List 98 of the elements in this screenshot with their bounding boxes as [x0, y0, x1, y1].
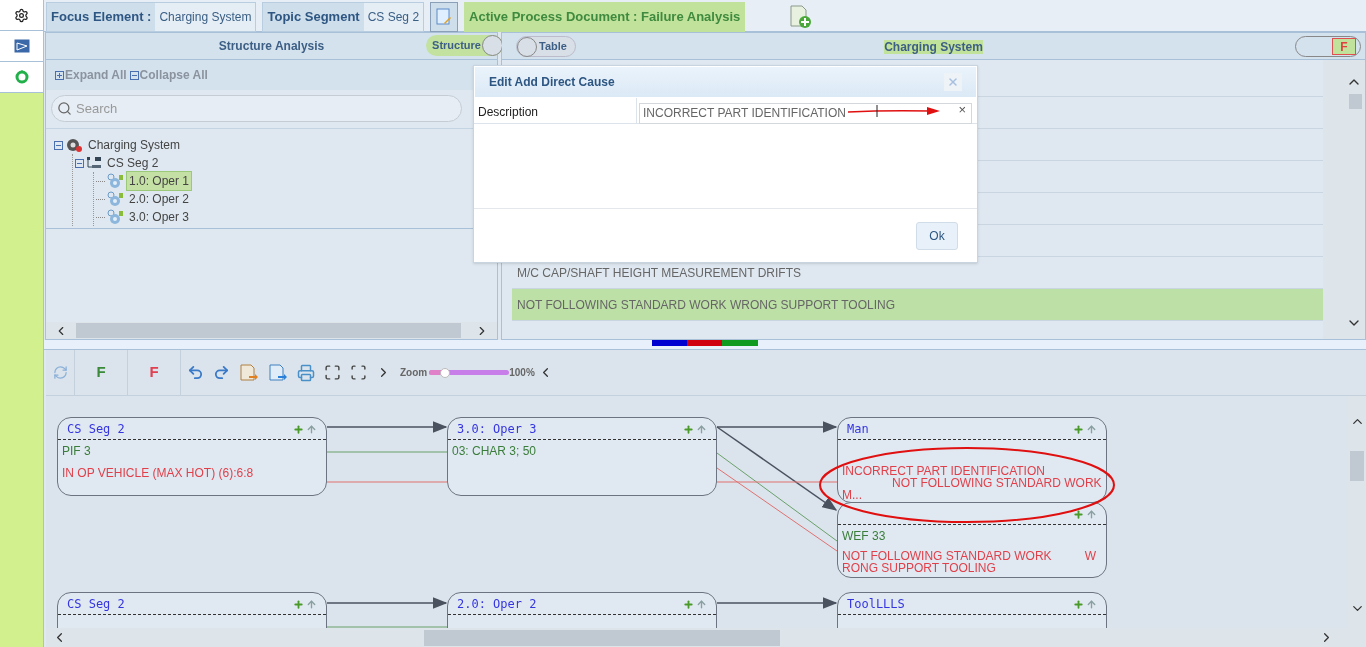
tree-item[interactable]: 3.0: Oper 3 — [126, 207, 193, 227]
gear-icon — [65, 137, 83, 153]
zoom-slider[interactable] — [429, 367, 510, 378]
dialog-title: Edit Add Direct Cause — [489, 74, 615, 91]
diagram-node[interactable]: Man INCORRECT PART IDENTIFICATION NOT FOLLOWING STANDARD WORK M... — [837, 417, 1107, 503]
close-icon — [947, 76, 959, 88]
add-icon[interactable] — [293, 423, 304, 435]
arrow-up-icon[interactable] — [306, 598, 317, 610]
collapse-icon[interactable] — [54, 140, 63, 150]
document-edit-icon — [436, 7, 453, 26]
filter-button[interactable]: F — [128, 350, 181, 395]
node-entry: NOT FOLLOWING STANDARD WORK — [892, 477, 1102, 489]
scrollbar-thumb[interactable] — [1349, 94, 1362, 109]
node-entry: IN OP VEHICLE (MAX HOT) (6):6:8 — [62, 467, 254, 479]
redo-icon[interactable] — [213, 364, 230, 381]
panel-title: Structure Analysis — [218, 38, 325, 55]
diagram-node[interactable]: CS Seg 2 PIF 3 IN OP VEHICLE (MAX HOT) (6):6:8 — [57, 417, 327, 496]
node-entry: W — [1084, 550, 1097, 562]
diagram-node[interactable]: ToolLLLS — [837, 592, 1107, 628]
clear-button[interactable]: × — [958, 103, 966, 117]
fullscreen-icon[interactable] — [350, 364, 367, 381]
arrow-up-icon[interactable] — [1086, 598, 1097, 610]
add-icon[interactable] — [1073, 423, 1084, 435]
screen-icon — [13, 39, 30, 53]
focus-element-value: Charging System — [155, 2, 256, 31]
filter-button[interactable]: F — [75, 350, 128, 395]
fit-screen-icon[interactable] — [324, 364, 341, 381]
table-toggle[interactable]: Table — [516, 36, 576, 57]
diagram-node[interactable]: 3.0: Oper 3 03: CHAR 3; 50 — [447, 417, 717, 496]
node-entry: M... — [842, 489, 862, 501]
arrow-up-icon[interactable] — [1086, 423, 1097, 435]
tree-item[interactable]: 2.0: Oper 2 — [126, 189, 193, 209]
node-entry: 03: CHAR 3; 50 — [452, 445, 537, 457]
node-entry: WEF 33 — [842, 530, 886, 542]
horizontal-scrollbar[interactable] — [46, 322, 497, 339]
arrow-up-icon[interactable] — [1086, 508, 1097, 520]
zoom-label: Zoom — [400, 366, 428, 380]
gears-icon — [107, 209, 124, 225]
presentation-button[interactable] — [0, 31, 43, 62]
diagram-node[interactable]: CS Seg 2 — [57, 592, 327, 628]
scrollbar-thumb[interactable] — [76, 323, 461, 338]
settings-button[interactable] — [0, 0, 43, 31]
hierarchy-icon — [86, 156, 102, 170]
diagram-node[interactable]: 2.0: Oper 2 — [447, 592, 717, 628]
arrow-up-icon[interactable] — [696, 598, 707, 610]
focus-element-label: Focus Element : — [50, 7, 153, 26]
active-document-label: Active Process Document : Failure Analysis — [464, 1, 746, 32]
table-row[interactable]: NOT FOLLOWING STANDARD WORK WRONG SUPPORT TOOLING — [512, 289, 1323, 321]
node-title: ToolLLLS — [847, 596, 905, 613]
undo-icon[interactable] — [187, 364, 204, 381]
settings-icon — [14, 7, 29, 23]
recycle-button[interactable] — [0, 62, 43, 93]
node-title: Man — [847, 421, 869, 438]
topic-segment-value: CS Seg 2 — [363, 2, 424, 31]
add-icon[interactable] — [683, 423, 694, 435]
ok-button[interactable]: Ok — [916, 221, 958, 250]
scrollbar-thumb[interactable] — [424, 629, 780, 646]
zoom-value: 100% — [509, 366, 535, 380]
export-image-icon[interactable] — [268, 363, 288, 382]
diagram-node[interactable]: WEF 33 NOT FOLLOWING STANDARD WORK W RONG SUPPORT TOOLING — [837, 502, 1107, 578]
arrow-up-icon[interactable] — [306, 423, 317, 435]
tree-item[interactable]: CS Seg 2 — [104, 153, 162, 173]
gears-icon — [107, 173, 124, 189]
structure-toggle[interactable]: Structure — [426, 35, 503, 56]
tree-item[interactable]: 1.0: Oper 1 — [126, 171, 193, 191]
collapse-icon[interactable] — [75, 158, 84, 168]
add-icon[interactable] — [683, 598, 694, 610]
topic-segment-label: Topic Segment — [266, 7, 361, 26]
node-title: CS Seg 2 — [67, 421, 125, 438]
node-entry: INCORRECT PART IDENTIFICATION — [842, 465, 1045, 477]
node-title: 2.0: Oper 2 — [457, 596, 537, 613]
close-button[interactable] — [944, 73, 962, 91]
add-icon[interactable] — [1073, 508, 1084, 520]
gears-icon — [107, 191, 124, 207]
add-icon[interactable] — [1073, 598, 1084, 610]
add-document-icon — [788, 4, 813, 29]
node-title: 3.0: Oper 3 — [457, 421, 537, 438]
search-field[interactable]: Search — [51, 95, 462, 122]
scrollbar-thumb[interactable] — [1350, 451, 1364, 481]
node-title: CS Seg 2 — [67, 596, 125, 613]
edit-document-button[interactable] — [430, 1, 459, 32]
field-label: Description — [474, 98, 637, 123]
add-icon[interactable] — [293, 598, 304, 610]
node-entry: NOT FOLLOWING STANDARD WORK — [842, 550, 1052, 562]
node-entry: RONG SUPPORT TOOLING — [842, 562, 996, 574]
refresh-icon — [52, 365, 68, 380]
search-icon — [57, 101, 72, 116]
splitter-handle[interactable] — [652, 340, 758, 346]
print-icon[interactable] — [297, 363, 315, 382]
export-file-icon[interactable] — [239, 363, 259, 382]
tree-item[interactable]: Charging System — [85, 135, 184, 155]
vertical-scrollbar[interactable] — [1323, 60, 1365, 339]
minus-icon — [129, 70, 139, 80]
panel-title: Charging System — [884, 40, 983, 54]
add-document-button[interactable] — [787, 2, 814, 31]
node-entry: PIF 3 — [62, 445, 91, 457]
plus-icon — [55, 70, 64, 80]
arrow-up-icon[interactable] — [696, 423, 707, 435]
